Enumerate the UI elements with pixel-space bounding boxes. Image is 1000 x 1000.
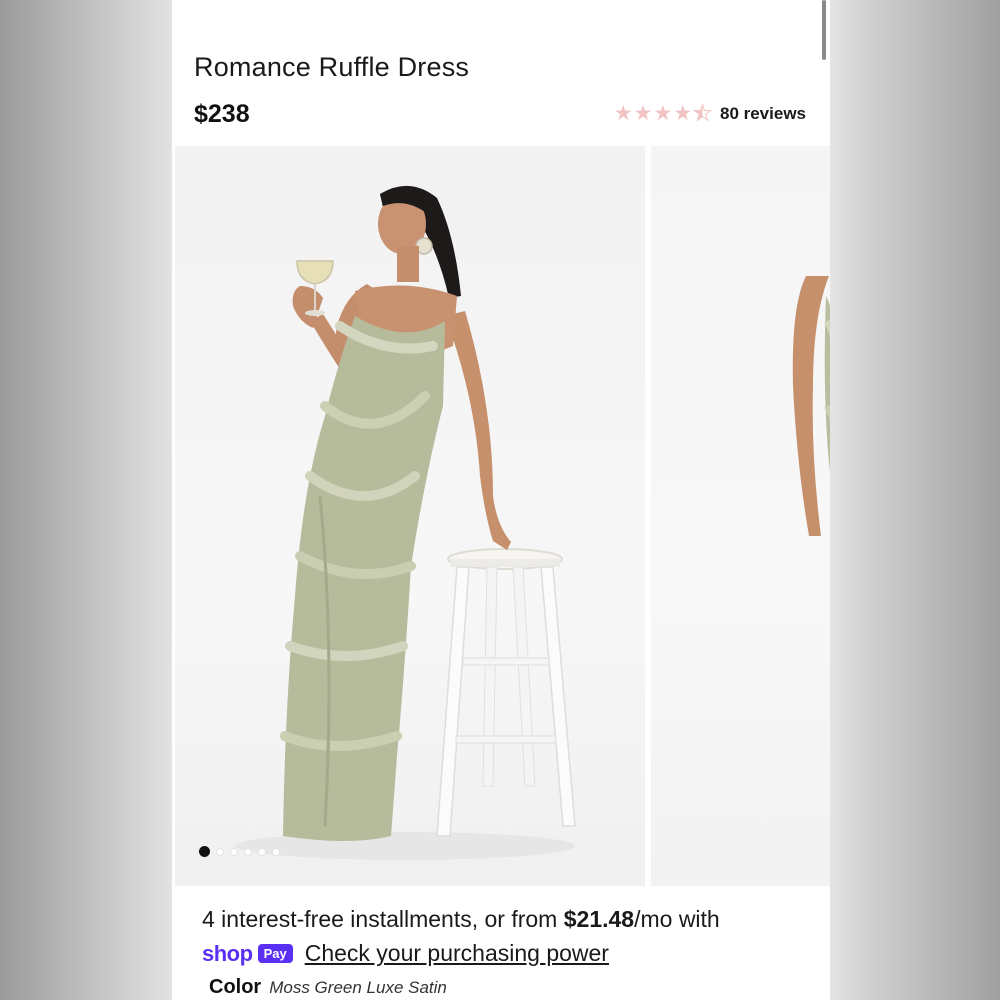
check-purchasing-power-link[interactable]: Check your purchasing power bbox=[305, 940, 609, 967]
backdrop-right bbox=[830, 0, 1000, 1000]
pay-badge: Pay bbox=[257, 944, 293, 963]
model-photo-next bbox=[792, 276, 830, 536]
pagination-dot[interactable] bbox=[230, 847, 238, 856]
installment-amount: $21.48 bbox=[563, 906, 635, 932]
rating-summary[interactable]: ★ ★ ★ ★ ★ 80 reviews bbox=[613, 102, 806, 125]
gallery-pagination[interactable] bbox=[199, 846, 280, 857]
installments-prefix: 4 interest-free installments, or from bbox=[202, 906, 564, 932]
image-gallery[interactable] bbox=[175, 146, 830, 886]
half-star-icon: ★ bbox=[693, 102, 713, 125]
product-price: $238 bbox=[194, 100, 250, 128]
pagination-dot[interactable] bbox=[258, 847, 266, 856]
shop-pay-row: shop Pay Check your purchasing power bbox=[202, 940, 609, 967]
installments-text: 4 interest-free installments, or from $2… bbox=[202, 906, 720, 933]
product-page: Romance Ruffle Dress $238 ★ ★ ★ ★ ★ 80 r… bbox=[172, 0, 830, 1000]
star-icon: ★ bbox=[653, 102, 673, 125]
scrollbar[interactable] bbox=[822, 0, 826, 60]
model-photo bbox=[235, 185, 576, 860]
star-icon: ★ bbox=[613, 102, 633, 125]
pagination-dot[interactable] bbox=[272, 847, 280, 856]
star-icon: ★ bbox=[673, 102, 693, 125]
star-rating: ★ ★ ★ ★ ★ bbox=[613, 102, 713, 125]
pagination-dot-active[interactable] bbox=[199, 846, 210, 857]
backdrop-left bbox=[0, 0, 172, 1000]
gallery-slide-next[interactable] bbox=[651, 146, 830, 886]
color-value: Moss Green Luxe Satin bbox=[269, 978, 447, 997]
reviews-link[interactable]: 80 reviews bbox=[720, 104, 806, 124]
gallery-slide-main[interactable] bbox=[175, 146, 645, 886]
color-selector: Color Moss Green Luxe Satin bbox=[209, 976, 447, 999]
color-label: Color bbox=[209, 976, 262, 998]
star-icon: ★ bbox=[633, 102, 653, 125]
installments-suffix: /mo with bbox=[634, 906, 720, 932]
stool-illustration bbox=[436, 548, 576, 837]
pagination-dot[interactable] bbox=[244, 847, 252, 856]
pagination-dot[interactable] bbox=[216, 847, 224, 856]
shop-pay-logo: shop bbox=[202, 940, 253, 966]
product-title: Romance Ruffle Dress bbox=[194, 52, 470, 82]
